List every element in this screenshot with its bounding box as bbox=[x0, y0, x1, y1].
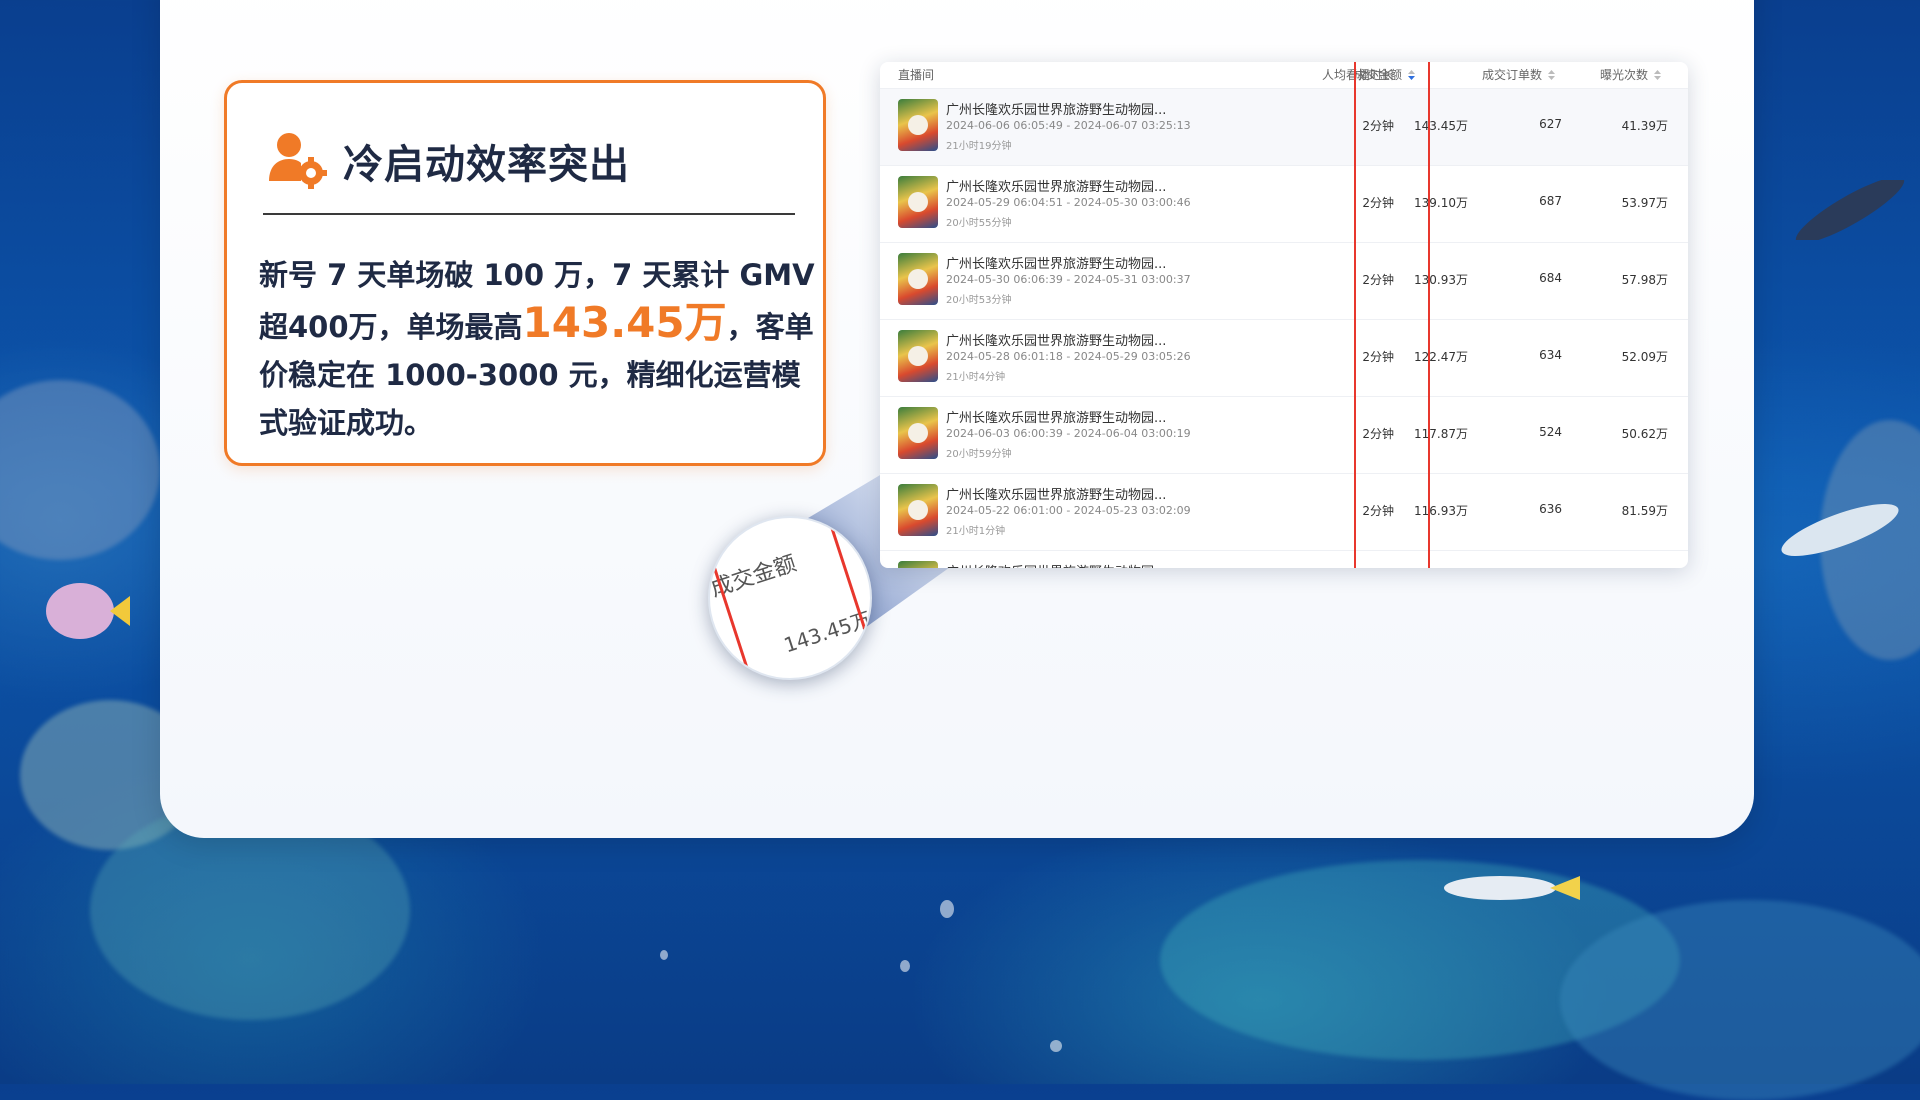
orders-cell: 687 bbox=[1539, 194, 1562, 208]
room-thumbnail bbox=[898, 176, 938, 228]
gmv-cell: 117.87万 bbox=[1414, 427, 1468, 441]
room-time: 2024-06-03 06:00:39 - 2024-06-04 03:00:1… bbox=[946, 427, 1191, 440]
gmv-cell: 139.10万 bbox=[1414, 196, 1468, 210]
header-orders-label: 成交订单数 bbox=[1482, 68, 1543, 82]
room-title: 广州长隆欢乐园世界旅游野生动物园... bbox=[946, 561, 1166, 568]
exposure-cell: 57.98万 bbox=[1621, 273, 1668, 287]
gmv-cell: 143.45万 bbox=[1414, 119, 1468, 133]
header-gmv[interactable]: 成交金额 bbox=[1354, 66, 1416, 83]
header-room: 直播间 bbox=[898, 68, 935, 82]
exposure-cell: 52.09万 bbox=[1621, 350, 1668, 364]
orders-cell: 627 bbox=[1539, 117, 1562, 131]
header-exposure[interactable]: 曝光次数 bbox=[1600, 66, 1662, 83]
exposure-cell: 81.59万 bbox=[1621, 504, 1668, 518]
card-header: 冷启动效率突出 bbox=[265, 131, 630, 191]
fish-icon bbox=[46, 583, 130, 639]
sort-icon bbox=[1408, 70, 1416, 80]
avg-watch-cell: 2分钟 bbox=[1362, 350, 1394, 364]
header-orders[interactable]: 成交订单数 bbox=[1482, 66, 1556, 83]
table-row[interactable]: 广州长隆欢乐园世界旅游野生动物园... bbox=[880, 550, 1688, 568]
gmv-cell: 130.93万 bbox=[1414, 273, 1468, 287]
card-body: 新号 7 天单场破 100 万，7 天累计 GMV 超400万，单场最高143.… bbox=[259, 251, 819, 447]
live-room-table: 直播间 人均看播时长 成交金额 成交订单数 曝光次数 广州长隆欢乐园世界旅游野生… bbox=[880, 62, 1688, 568]
exposure-cell: 50.62万 bbox=[1621, 427, 1668, 441]
gmv-cell: 116.93万 bbox=[1414, 504, 1468, 518]
orders-cell: 634 bbox=[1539, 348, 1562, 362]
divider bbox=[263, 213, 795, 215]
orders-cell: 524 bbox=[1539, 425, 1562, 439]
room-thumbnail bbox=[898, 99, 938, 151]
room-duration: 21小时19分钟 bbox=[946, 141, 1012, 152]
table-row[interactable]: 广州长隆欢乐园世界旅游野生动物园... 2024-06-06 06:05:49 -… bbox=[880, 88, 1688, 165]
avg-watch-cell: 2分钟 bbox=[1362, 273, 1394, 287]
magnifier-zoom: 成交金额 143.45万 bbox=[708, 516, 872, 680]
fish-icon bbox=[1795, 180, 1905, 240]
highlight-line-right bbox=[1428, 62, 1430, 568]
room-time: 2024-05-22 06:01:00 - 2024-05-23 03:02:0… bbox=[946, 504, 1191, 517]
room-duration: 20小时59分钟 bbox=[946, 449, 1012, 460]
avg-watch-cell: 2分钟 bbox=[1362, 119, 1394, 133]
room-title: 广州长隆欢乐园世界旅游野生动物园... bbox=[946, 334, 1167, 349]
exposure-cell: 53.97万 bbox=[1621, 196, 1668, 210]
fish-icon bbox=[1781, 504, 1899, 556]
table-row[interactable]: 广州长隆欢乐园世界旅游野生动物园... 2024-05-30 06:06:39 -… bbox=[880, 242, 1688, 319]
table-header: 直播间 人均看播时长 成交金额 成交订单数 曝光次数 bbox=[880, 62, 1688, 88]
room-time: 2024-05-30 06:06:39 - 2024-05-31 03:00:3… bbox=[946, 273, 1191, 286]
fish-icon bbox=[1444, 876, 1580, 900]
avg-watch-cell: 2分钟 bbox=[1362, 504, 1394, 518]
sort-icon bbox=[1654, 70, 1662, 80]
avg-watch-cell: 2分钟 bbox=[1362, 196, 1394, 210]
room-title: 广州长隆欢乐园世界旅游野生动物园... bbox=[946, 411, 1167, 426]
highlight-card: 冷启动效率突出 新号 7 天单场破 100 万，7 天累计 GMV 超400万，… bbox=[224, 80, 826, 466]
room-thumbnail bbox=[898, 253, 938, 305]
table-row[interactable]: 广州长隆欢乐园世界旅游野生动物园... 2024-05-22 06:01:00 -… bbox=[880, 473, 1688, 550]
table-row[interactable]: 广州长隆欢乐园世界旅游野生动物园... 2024-06-03 06:00:39 -… bbox=[880, 396, 1688, 473]
room-title: 广州长隆欢乐园世界旅游野生动物园... bbox=[946, 257, 1167, 272]
room-thumbnail bbox=[898, 407, 938, 459]
room-title: 广州长隆欢乐园世界旅游野生动物园... bbox=[946, 180, 1167, 195]
room-title: 广州长隆欢乐园世界旅游野生动物园... bbox=[946, 488, 1167, 503]
room-time: 2024-05-28 06:01:18 - 2024-05-29 03:05:2… bbox=[946, 350, 1191, 363]
room-thumbnail bbox=[898, 561, 938, 568]
avg-watch-cell: 2分钟 bbox=[1362, 427, 1394, 441]
gmv-highlight: 143.45万 bbox=[522, 298, 727, 347]
room-duration: 21小时4分钟 bbox=[946, 372, 1006, 383]
room-thumbnail bbox=[898, 330, 938, 382]
room-time: 2024-06-06 06:05:49 - 2024-06-07 03:25:1… bbox=[946, 119, 1191, 132]
room-thumbnail bbox=[898, 484, 938, 536]
highlight-line-left bbox=[1354, 62, 1356, 568]
orders-cell: 684 bbox=[1539, 271, 1562, 285]
exposure-cell: 41.39万 bbox=[1621, 119, 1668, 133]
gmv-cell: 122.47万 bbox=[1414, 350, 1468, 364]
header-exposure-label: 曝光次数 bbox=[1600, 68, 1649, 82]
orders-cell: 636 bbox=[1539, 502, 1562, 516]
card-title: 冷启动效率突出 bbox=[343, 142, 630, 188]
room-time: 2024-05-29 06:04:51 - 2024-05-30 03:00:4… bbox=[946, 196, 1191, 209]
room-duration: 20小时55分钟 bbox=[946, 218, 1012, 229]
room-title: 广州长隆欢乐园世界旅游野生动物园... bbox=[946, 103, 1167, 118]
sort-icon bbox=[1548, 70, 1556, 80]
room-duration: 20小时53分钟 bbox=[946, 295, 1012, 306]
header-gmv-label: 成交金额 bbox=[1354, 68, 1403, 82]
user-gear-icon bbox=[269, 133, 327, 189]
table-row[interactable]: 广州长隆欢乐园世界旅游野生动物园... 2024-05-28 06:01:18 -… bbox=[880, 319, 1688, 396]
room-duration: 21小时1分钟 bbox=[946, 526, 1006, 537]
table-row[interactable]: 广州长隆欢乐园世界旅游野生动物园... 2024-05-29 06:04:51 -… bbox=[880, 165, 1688, 242]
